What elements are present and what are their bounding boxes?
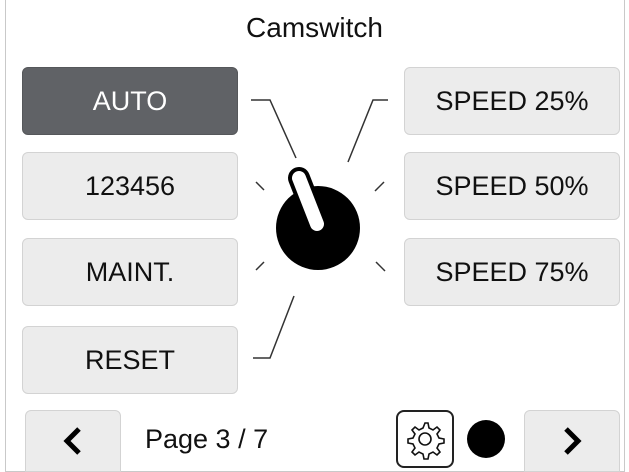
- camswitch-knob[interactable]: [238, 90, 408, 370]
- marker-speed-50: [374, 181, 385, 192]
- speed-button-label: SPEED 75%: [435, 256, 589, 287]
- speed-button-label: SPEED 25%: [435, 85, 589, 116]
- speed-75-button[interactable]: SPEED 75%: [404, 238, 620, 306]
- mode-button-label: RESET: [84, 344, 176, 375]
- mode-button-label: AUTO: [92, 85, 168, 116]
- speed-50-button[interactable]: SPEED 50%: [404, 152, 620, 220]
- chevron-right-icon: [564, 427, 582, 455]
- speed-button-label: SPEED 50%: [435, 170, 589, 201]
- prev-page-button[interactable]: [25, 410, 121, 472]
- mode-button-label: 123456: [84, 170, 176, 201]
- marker-reset: [253, 295, 295, 359]
- marker-123456: [255, 181, 265, 191]
- page-indicator: Page 3 / 7: [145, 424, 269, 454]
- mode-button-reset[interactable]: RESET: [22, 326, 238, 394]
- marker-maint: [255, 261, 265, 271]
- marker-auto: [251, 99, 297, 159]
- next-page-button[interactable]: [524, 410, 620, 472]
- marker-speed-25: [347, 99, 388, 163]
- gear-icon: [407, 422, 445, 460]
- mode-button-maint[interactable]: MAINT.: [22, 238, 238, 306]
- mode-button-label: MAINT.: [85, 256, 175, 287]
- mode-button-123456[interactable]: 123456: [22, 152, 238, 220]
- mode-button-auto[interactable]: AUTO: [22, 67, 238, 135]
- status-indicator: [467, 420, 505, 458]
- page-title: Camswitch: [246, 12, 383, 43]
- speed-25-button[interactable]: SPEED 25%: [404, 67, 620, 135]
- chevron-left-icon: [63, 427, 81, 455]
- settings-button[interactable]: [396, 410, 454, 468]
- marker-speed-75: [375, 261, 386, 272]
